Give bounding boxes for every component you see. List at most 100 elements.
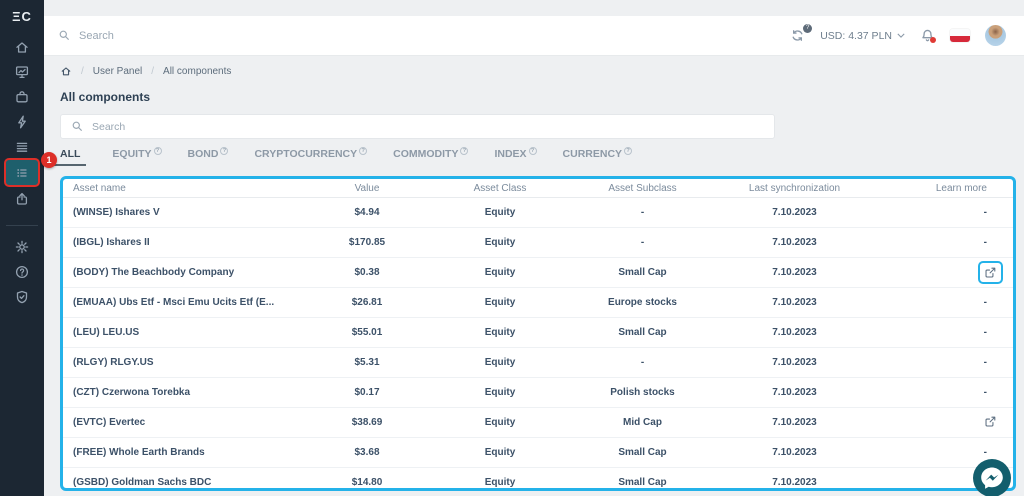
asset-name[interactable]: (EVTC) Evertec xyxy=(63,417,310,428)
asset-class: Equity xyxy=(424,477,576,488)
refresh-button[interactable]: ? xyxy=(790,28,805,43)
breadcrumb-all-components[interactable]: All components xyxy=(163,66,231,77)
messenger-chat-button[interactable] xyxy=(972,458,1012,496)
tab-cryptocurrency[interactable]: CRYPTOCURRENCY? xyxy=(254,148,367,166)
info-icon: ? xyxy=(359,147,367,155)
asset-name[interactable]: (EMUAA) Ubs Etf - Msci Emu Ucits Etf (E.… xyxy=(63,297,310,308)
learn-more-cell: - xyxy=(880,237,1013,248)
asset-value: $0.17 xyxy=(310,387,424,398)
tab-bond[interactable]: BOND? xyxy=(188,148,229,166)
column-header-last-synchronization: Last synchronization xyxy=(709,183,880,194)
table-row: (IBGL) Ishares II$170.85Equity-7.10.2023… xyxy=(63,228,1013,258)
flag-red-stripe xyxy=(950,36,970,43)
sidebar-item-security[interactable] xyxy=(4,284,40,309)
external-link-icon[interactable] xyxy=(984,266,997,279)
info-icon: ? xyxy=(220,147,228,155)
table-body: (WINSE) Ishares V$4.94Equity-7.10.2023-(… xyxy=(63,198,1013,491)
external-link-icon[interactable] xyxy=(984,415,997,428)
asset-subclass: Small Cap xyxy=(576,447,709,458)
sidebar-item-stack[interactable] xyxy=(4,134,40,159)
sidebar-item-home[interactable] xyxy=(4,34,40,59)
asset-name[interactable]: (CZT) Czerwona Torebka xyxy=(63,387,310,398)
messenger-icon xyxy=(972,458,1012,496)
sidebar-nav xyxy=(0,34,44,211)
breadcrumb-user-panel[interactable]: User Panel xyxy=(93,66,142,77)
tab-label: ALL xyxy=(60,148,80,160)
asset-class: Equity xyxy=(424,357,576,368)
asset-subclass: - xyxy=(576,357,709,368)
asset-subclass: Polish stocks xyxy=(576,387,709,398)
column-header-asset-class: Asset Class xyxy=(424,183,576,194)
page-title: All components xyxy=(60,90,1008,104)
tab-equity[interactable]: EQUITY? xyxy=(112,148,161,166)
sidebar-item-wallet[interactable] xyxy=(4,84,40,109)
top-strip xyxy=(44,0,1024,16)
search-icon xyxy=(71,120,84,133)
learn-more-cell xyxy=(880,261,1013,284)
asset-name[interactable]: (FREE) Whole Earth Brands xyxy=(63,447,310,458)
asset-subclass: Mid Cap xyxy=(576,417,709,428)
asset-name[interactable]: (IBGL) Ishares II xyxy=(63,237,310,248)
sidebar-item-help[interactable] xyxy=(4,259,40,284)
table-search-placeholder: Search xyxy=(92,121,125,133)
asset-class: Equity xyxy=(424,327,576,338)
last-synchronization: 7.10.2023 xyxy=(709,267,880,278)
global-search-placeholder: Search xyxy=(79,30,114,42)
learn-more-cell: - xyxy=(880,207,1013,218)
annotation-highlight-box xyxy=(978,261,1003,284)
global-search-input[interactable]: Search xyxy=(58,29,114,42)
stack-icon xyxy=(14,139,30,155)
upload-icon xyxy=(14,191,30,207)
asset-class: Equity xyxy=(424,297,576,308)
info-icon: ? xyxy=(624,147,632,155)
home-icon[interactable] xyxy=(60,65,72,77)
sidebar-item-components-list[interactable] xyxy=(4,158,40,187)
asset-value: $38.69 xyxy=(310,417,424,428)
content: / User Panel / All components All compon… xyxy=(44,65,1024,491)
app-window: ΞC Search ? USD: 4.37 PLN xyxy=(0,0,1024,496)
tab-label: COMMODITY xyxy=(393,148,458,160)
tab-all[interactable]: ALL xyxy=(54,148,86,166)
tab-label: CRYPTOCURRENCY xyxy=(254,148,357,160)
monitor-icon xyxy=(14,64,30,80)
sidebar-item-export[interactable] xyxy=(4,186,40,211)
list-icon xyxy=(14,165,30,181)
asset-subclass: - xyxy=(576,237,709,248)
column-header-asset-name: Asset name xyxy=(63,183,310,194)
asset-name[interactable]: (GSBD) Goldman Sachs BDC xyxy=(63,477,310,488)
tab-index[interactable]: INDEX? xyxy=(494,148,536,166)
user-avatar[interactable] xyxy=(985,25,1006,46)
sidebar-item-energy[interactable] xyxy=(4,109,40,134)
tab-label: BOND xyxy=(188,148,219,160)
asset-class: Equity xyxy=(424,417,576,428)
main-area: Search ? USD: 4.37 PLN xyxy=(44,0,1024,496)
learn-more-cell: - xyxy=(880,387,1013,398)
refresh-help-badge: ? xyxy=(803,24,812,33)
app-logo: ΞC xyxy=(12,9,32,24)
sidebar-divider xyxy=(6,225,38,226)
asset-name[interactable]: (BODY) The Beachbody Company xyxy=(63,267,310,278)
last-synchronization: 7.10.2023 xyxy=(709,237,880,248)
notifications-button[interactable] xyxy=(920,28,935,43)
tab-commodity[interactable]: COMMODITY? xyxy=(393,148,468,166)
sidebar-item-dashboard[interactable] xyxy=(4,59,40,84)
last-synchronization: 7.10.2023 xyxy=(709,477,880,488)
column-header-asset-subclass: Asset Subclass xyxy=(576,183,709,194)
asset-name[interactable]: (LEU) LEU.US xyxy=(63,327,310,338)
components-table: Asset nameValueAsset ClassAsset Subclass… xyxy=(60,176,1016,491)
home-icon xyxy=(14,39,30,55)
asset-name[interactable]: (WINSE) Ishares V xyxy=(63,207,310,218)
table-search-input[interactable]: Search xyxy=(60,114,775,139)
learn-more-cell: - xyxy=(880,357,1013,368)
tab-currency[interactable]: CURRENCY? xyxy=(563,148,633,166)
asset-name[interactable]: (RLGY) RLGY.US xyxy=(63,357,310,368)
asset-class: Equity xyxy=(424,267,576,278)
asset-value: $26.81 xyxy=(310,297,424,308)
topbar-controls: ? USD: 4.37 PLN xyxy=(790,25,1006,46)
asset-subclass: Small Cap xyxy=(576,327,709,338)
currency-selector[interactable]: USD: 4.37 PLN xyxy=(820,30,905,42)
sidebar: ΞC xyxy=(0,0,44,496)
asset-class: Equity xyxy=(424,237,576,248)
language-flag-poland[interactable] xyxy=(950,29,970,42)
sidebar-item-settings[interactable] xyxy=(4,234,40,259)
